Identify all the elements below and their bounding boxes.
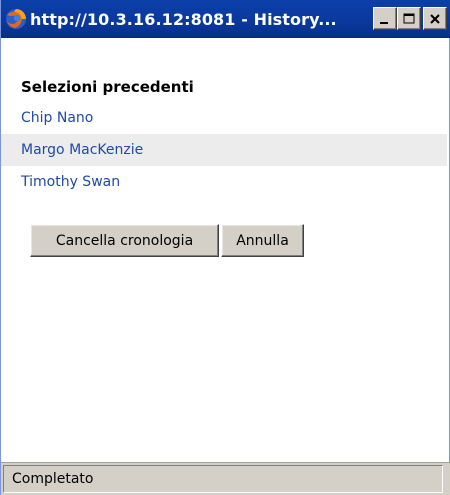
minimize-icon: [380, 21, 388, 24]
cancel-button[interactable]: Annulla: [221, 224, 304, 257]
list-item[interactable]: Chip Nano: [1, 102, 447, 134]
maximize-button[interactable]: [397, 7, 421, 30]
close-button[interactable]: [423, 7, 447, 30]
minimize-button[interactable]: [373, 7, 397, 30]
window-controls: [373, 7, 447, 30]
window-title: http://10.3.16.12:8081 - History...: [30, 9, 337, 29]
content-area: Selezioni precedenti Chip Nano Margo Mac…: [1, 38, 449, 462]
list-item[interactable]: Timothy Swan: [1, 166, 447, 198]
section-heading: Selezioni precedenti: [21, 78, 194, 96]
status-text: Completato: [3, 465, 443, 493]
status-bar: Completato: [1, 462, 450, 495]
popup-window: http://10.3.16.12:8081 - History... Sele…: [0, 0, 450, 495]
maximize-icon: [403, 13, 415, 23]
list-item[interactable]: Margo MacKenzie: [1, 134, 447, 166]
close-icon: [430, 13, 440, 24]
button-row: Cancella cronologia Annulla: [30, 224, 304, 257]
firefox-icon: [5, 8, 27, 30]
previous-selections-list: Chip Nano Margo MacKenzie Timothy Swan: [1, 102, 447, 198]
clear-history-button[interactable]: Cancella cronologia: [30, 224, 219, 257]
title-bar[interactable]: http://10.3.16.12:8081 - History...: [1, 0, 450, 38]
